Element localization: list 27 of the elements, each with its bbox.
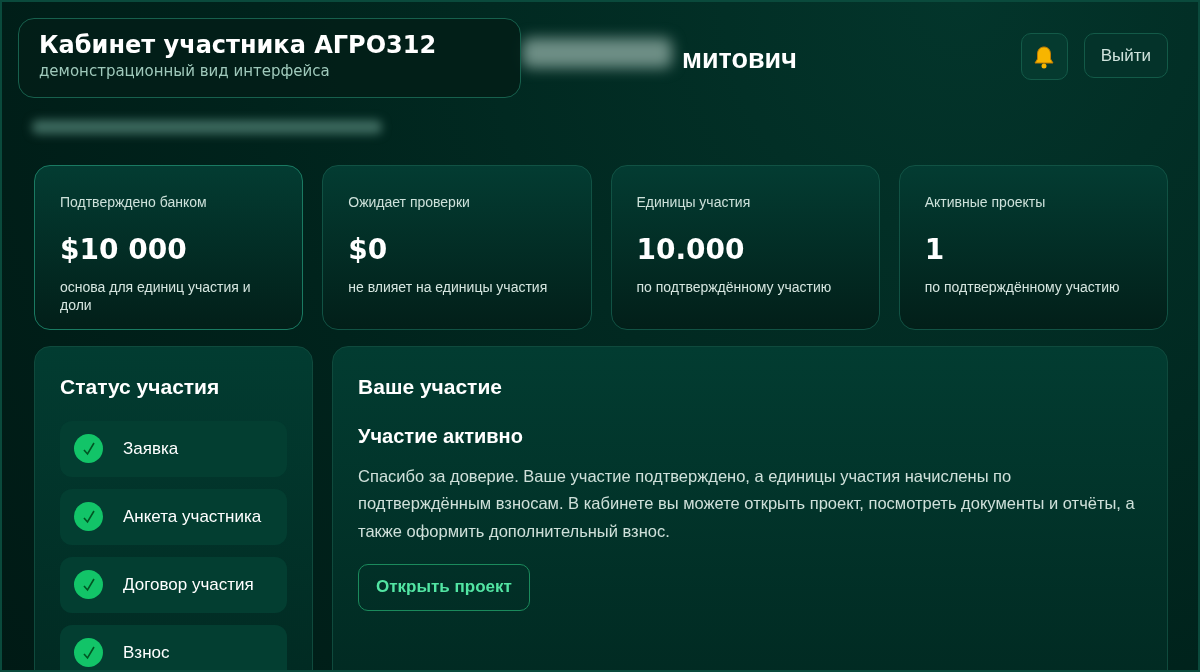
stat-label: Ожидает проверки [348,193,471,212]
status-label: Анкета участника [123,505,262,528]
stat-note: по подтверждённому участию [924,279,1121,297]
status-heading: Участие активно [358,423,524,449]
stat-value: 1 [924,232,946,268]
open-project-button[interactable]: Открыть проект [358,563,530,611]
bell-icon [1033,44,1056,69]
panel-title: Статус участия [60,374,221,400]
stat-label: Единицы участия [636,193,752,212]
stat-value: $10 000 [60,232,188,268]
status-label: Взнос [123,641,170,664]
description-text: Спасибо за доверие. Ваше участие подтверждено, а единицы участия начислены по подтверждённым взносам. В кабинете вы можете открыть проект, посмотреть документы и отчёты, а также оформить дополнительный взнос. [358,465,1136,542]
status-label: Договор участия [123,573,254,596]
stat-note: по подтверждённому участию [636,279,833,297]
stat-label: Активные проекты [924,193,1047,212]
panel-title: Ваше участие [358,374,503,400]
stat-value: 10.000 [636,232,746,268]
status-label: Заявка [123,437,179,460]
stat-note: не влияет на единицы участия [348,279,549,297]
logout-button[interactable]: Выйти [1083,33,1168,78]
stat-label: Подтверждено банком [60,193,208,212]
notification-button[interactable] [1020,33,1068,80]
app-subtitle: демонстрационный вид интерфейса [39,60,331,82]
app-title: Кабинет участника АГРО312 [39,31,438,60]
stat-value: $0 [348,232,389,268]
stat-note: основа для единиц участия и доли [60,279,252,314]
user-name: митович [682,43,797,76]
